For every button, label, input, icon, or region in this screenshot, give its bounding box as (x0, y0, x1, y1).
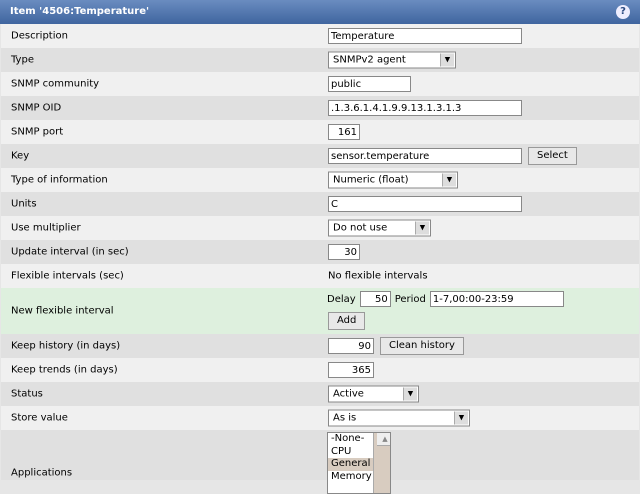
label: Store value (11, 412, 68, 424)
label: Applications (11, 467, 73, 479)
label: SNMP community (11, 78, 100, 90)
value: SNMPv2 agent (333, 54, 406, 66)
row-history: Keep history (in days) 90 Clean history (1, 334, 639, 358)
info-select[interactable]: Numeric (float) ▼ (328, 171, 458, 189)
chevron-down-icon: ▼ (403, 387, 417, 401)
chevron-down-icon: ▼ (440, 53, 454, 67)
form-title: Item '4506:Temperature' (10, 6, 150, 17)
row-type: Type SNMPv2 agent ▼ (1, 48, 639, 72)
label: Keep trends (in days) (11, 364, 118, 376)
period-input[interactable]: 1-7,00:00-23:59 (429, 291, 564, 307)
label: Type (11, 54, 34, 66)
value: Numeric (float) (333, 174, 409, 186)
chevron-down-icon: ▼ (454, 411, 468, 425)
row-store: Store value As is ▼ (1, 406, 639, 430)
row-newflex: New flexible interval Delay 50 Period 1-7,0… (1, 288, 639, 334)
chevron-up-icon[interactable]: ▲ (377, 433, 390, 446)
history-input[interactable]: 90 (328, 338, 374, 354)
label: Key (11, 150, 30, 162)
row-applications: Applications (1, 430, 639, 480)
row-status: Status Active ▼ (1, 382, 639, 406)
oid-input[interactable]: .1.3.6.1.4.1.9.9.13.1.3.1.3 (328, 100, 522, 116)
label: Update interval (in sec) (11, 246, 129, 258)
scrollbar[interactable]: ▲ (373, 433, 390, 493)
label: Type of information (11, 174, 108, 186)
status-select[interactable]: Active ▼ (328, 385, 419, 403)
row-description: Description Temperature (1, 24, 639, 48)
label: Flexible intervals (sec) (11, 270, 124, 282)
units-input[interactable]: C (328, 196, 522, 212)
add-button[interactable]: Add (328, 312, 366, 330)
chevron-down-icon: ▼ (442, 173, 456, 187)
port-input[interactable]: 161 (328, 124, 360, 140)
label: Keep history (in days) (11, 340, 121, 352)
store-select[interactable]: As is ▼ (328, 409, 470, 427)
label: SNMP port (11, 126, 64, 138)
period-label: Period (394, 293, 426, 305)
description-input[interactable]: Temperature (328, 28, 522, 44)
delay-input[interactable]: 50 (359, 291, 391, 307)
clean-history-button[interactable]: Clean history (380, 337, 464, 355)
label: Use multiplier (11, 222, 81, 234)
row-units: Units C (1, 192, 639, 216)
type-select[interactable]: SNMPv2 agent ▼ (328, 51, 456, 69)
label: Units (11, 198, 37, 210)
applications-listbox[interactable]: -None- CPU General Memory ▲ (327, 432, 391, 494)
key-input[interactable]: sensor.temperature (328, 148, 522, 164)
trends-input[interactable]: 365 (328, 362, 374, 378)
flex-value: No flexible intervals (328, 270, 428, 282)
label: SNMP OID (11, 102, 62, 114)
form-header: Item '4506:Temperature'? (0, 0, 640, 24)
value: Active (333, 388, 364, 400)
label: New flexible interval (11, 305, 114, 317)
label: Description (11, 30, 68, 42)
row-flex: Flexible intervals (sec) No flexible inte… (1, 264, 639, 288)
row-multiplier: Use multiplier Do not use ▼ (1, 216, 639, 240)
value: Do not use (333, 222, 388, 234)
row-trends: Keep trends (in days) 365 (1, 358, 639, 382)
label: Status (11, 388, 43, 400)
row-community: SNMP community public (1, 72, 639, 96)
community-input[interactable]: public (328, 76, 411, 92)
row-port: SNMP port 161 (1, 120, 639, 144)
row-info: Type of information Numeric (float) ▼ (1, 168, 639, 192)
interval-input[interactable]: 30 (328, 244, 360, 260)
delay-label: Delay (327, 293, 356, 305)
question-icon[interactable]: ? (616, 5, 630, 19)
select-button[interactable]: Select (528, 147, 577, 165)
row-oid: SNMP OID .1.3.6.1.4.1.9.9.13.1.3.1.3 (1, 96, 639, 120)
multiplier-select[interactable]: Do not use ▼ (328, 219, 431, 237)
value: As is (333, 412, 357, 424)
chevron-down-icon: ▼ (415, 221, 429, 235)
row-key: Key sensor.temperature Select (1, 144, 639, 168)
row-interval: Update interval (in sec) 30 (1, 240, 639, 264)
